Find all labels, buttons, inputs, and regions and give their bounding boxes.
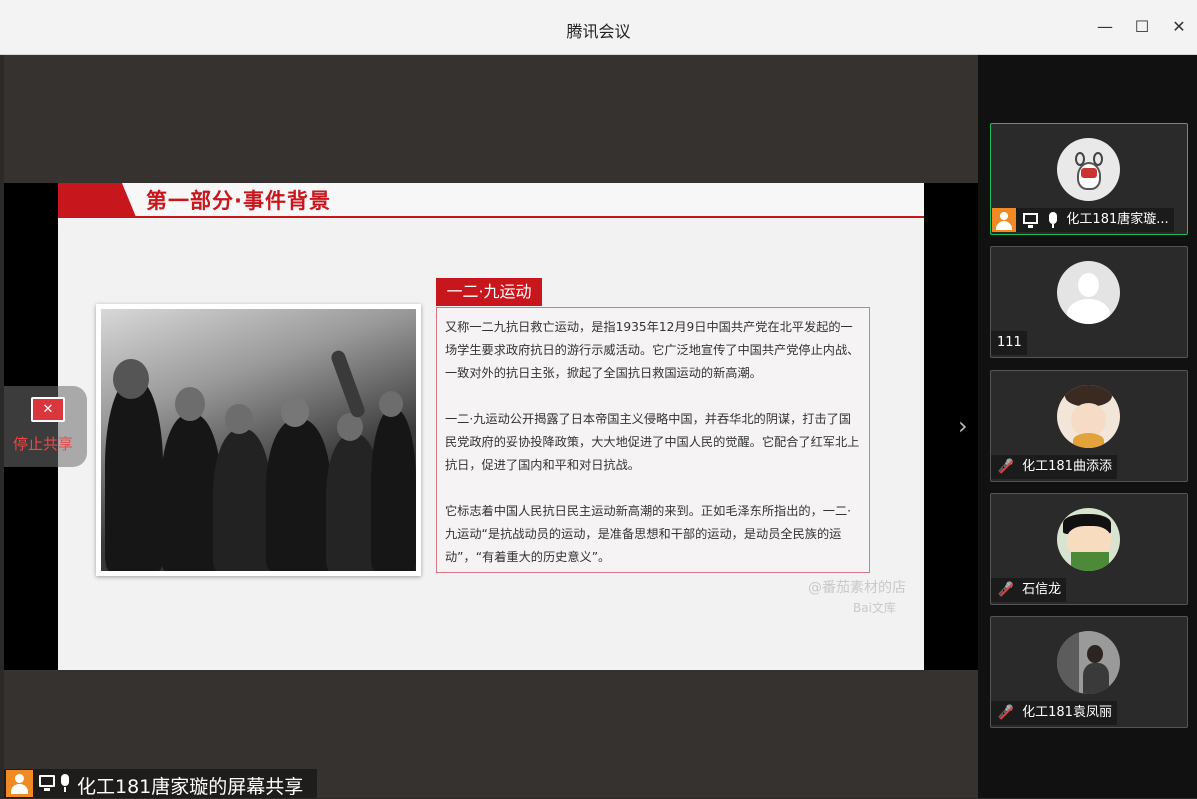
participant-tile-1[interactable]: 化工181唐家璇... bbox=[990, 123, 1188, 235]
participant-name-bar: 111 bbox=[991, 331, 1027, 355]
stop-share-button[interactable]: ✕ 停止共享 bbox=[4, 386, 87, 467]
participant-name: 化工181曲添添 bbox=[1022, 459, 1112, 474]
event-description-box: 又称一二九抗日救亡运动，是指1935年12月9日中国共产党在北平发起的一场学生要… bbox=[436, 307, 870, 573]
participant-name-bar: 🎤 石信龙 bbox=[991, 578, 1067, 602]
participant-tile-2[interactable]: 111 bbox=[990, 246, 1188, 358]
host-person-icon bbox=[6, 770, 33, 797]
microphone-muted-icon: 🎤 bbox=[997, 581, 1015, 597]
collapse-sidebar-arrow-icon[interactable]: › bbox=[958, 412, 968, 440]
window-titlebar: 腾讯会议 — ☐ ✕ bbox=[0, 0, 1197, 55]
description-paragraph-1: 又称一二九抗日救亡运动，是指1935年12月9日中国共产党在北平发起的一场学生要… bbox=[445, 320, 860, 380]
stop-share-icon: ✕ bbox=[31, 397, 65, 422]
participant-name: 石信龙 bbox=[1022, 582, 1062, 597]
presenter-share-label: 化工181唐家璇的屏幕共享 bbox=[77, 776, 304, 798]
host-person-icon bbox=[992, 208, 1016, 232]
participant-name: 111 bbox=[997, 335, 1022, 350]
historical-photo bbox=[101, 309, 416, 571]
microphone-icon bbox=[58, 773, 72, 793]
brand-watermark: Bai文库 bbox=[853, 601, 896, 615]
avatar bbox=[1057, 385, 1120, 448]
microphone-icon bbox=[1044, 208, 1062, 232]
minimize-button[interactable]: — bbox=[1092, 14, 1118, 40]
close-button[interactable]: ✕ bbox=[1166, 14, 1192, 40]
slide-header-divider bbox=[58, 216, 924, 218]
avatar bbox=[1057, 508, 1120, 571]
avatar bbox=[1057, 631, 1120, 694]
description-paragraph-2: 一二·九运动公开揭露了日本帝国主义侵略中国，并吞华北的阴谋，打击了国民党政府的妥… bbox=[445, 412, 860, 472]
stop-share-label: 停止共享 bbox=[13, 435, 74, 453]
participant-tile-4[interactable]: 🎤 石信龙 bbox=[990, 493, 1188, 605]
historical-photo-frame bbox=[96, 304, 421, 576]
window-title: 腾讯会议 bbox=[566, 22, 631, 41]
participant-name: 化工181袁凤丽 bbox=[1022, 705, 1112, 720]
participant-tile-3[interactable]: 🎤 化工181曲添添 bbox=[990, 370, 1188, 482]
participant-name-bar: 🎤 化工181袁凤丽 bbox=[991, 701, 1117, 725]
presenter-bar: 化工181唐家璇的屏幕共享 bbox=[4, 769, 317, 798]
avatar bbox=[1057, 261, 1120, 324]
microphone-muted-icon: 🎤 bbox=[997, 704, 1015, 720]
description-paragraph-3: 它标志着中国人民抗日民主运动新高潮的来到。正如毛泽东所指出的，一二·九运动“是抗… bbox=[445, 504, 852, 564]
shop-watermark: @番茄素材的店 bbox=[808, 580, 906, 596]
presentation-slide: 第一部分·事件背景 一二·九运动 又称一二九抗日救亡运动，是指1935年12月9… bbox=[58, 183, 924, 670]
screen-share-icon bbox=[37, 773, 57, 793]
microphone-muted-icon: 🎤 bbox=[997, 458, 1015, 474]
event-label: 一二·九运动 bbox=[436, 278, 542, 306]
maximize-button[interactable]: ☐ bbox=[1129, 14, 1155, 40]
avatar bbox=[1057, 138, 1120, 201]
participant-name: 化工181唐家璇... bbox=[1066, 212, 1169, 227]
screen-share-icon bbox=[1020, 208, 1040, 232]
participant-name-bar: 🎤 化工181曲添添 bbox=[991, 455, 1117, 479]
slide-section-title: 第一部分·事件背景 bbox=[146, 189, 331, 213]
participant-tile-5[interactable]: 🎤 化工181袁凤丽 bbox=[990, 616, 1188, 728]
participant-name-bar: 化工181唐家璇... bbox=[992, 208, 1174, 232]
